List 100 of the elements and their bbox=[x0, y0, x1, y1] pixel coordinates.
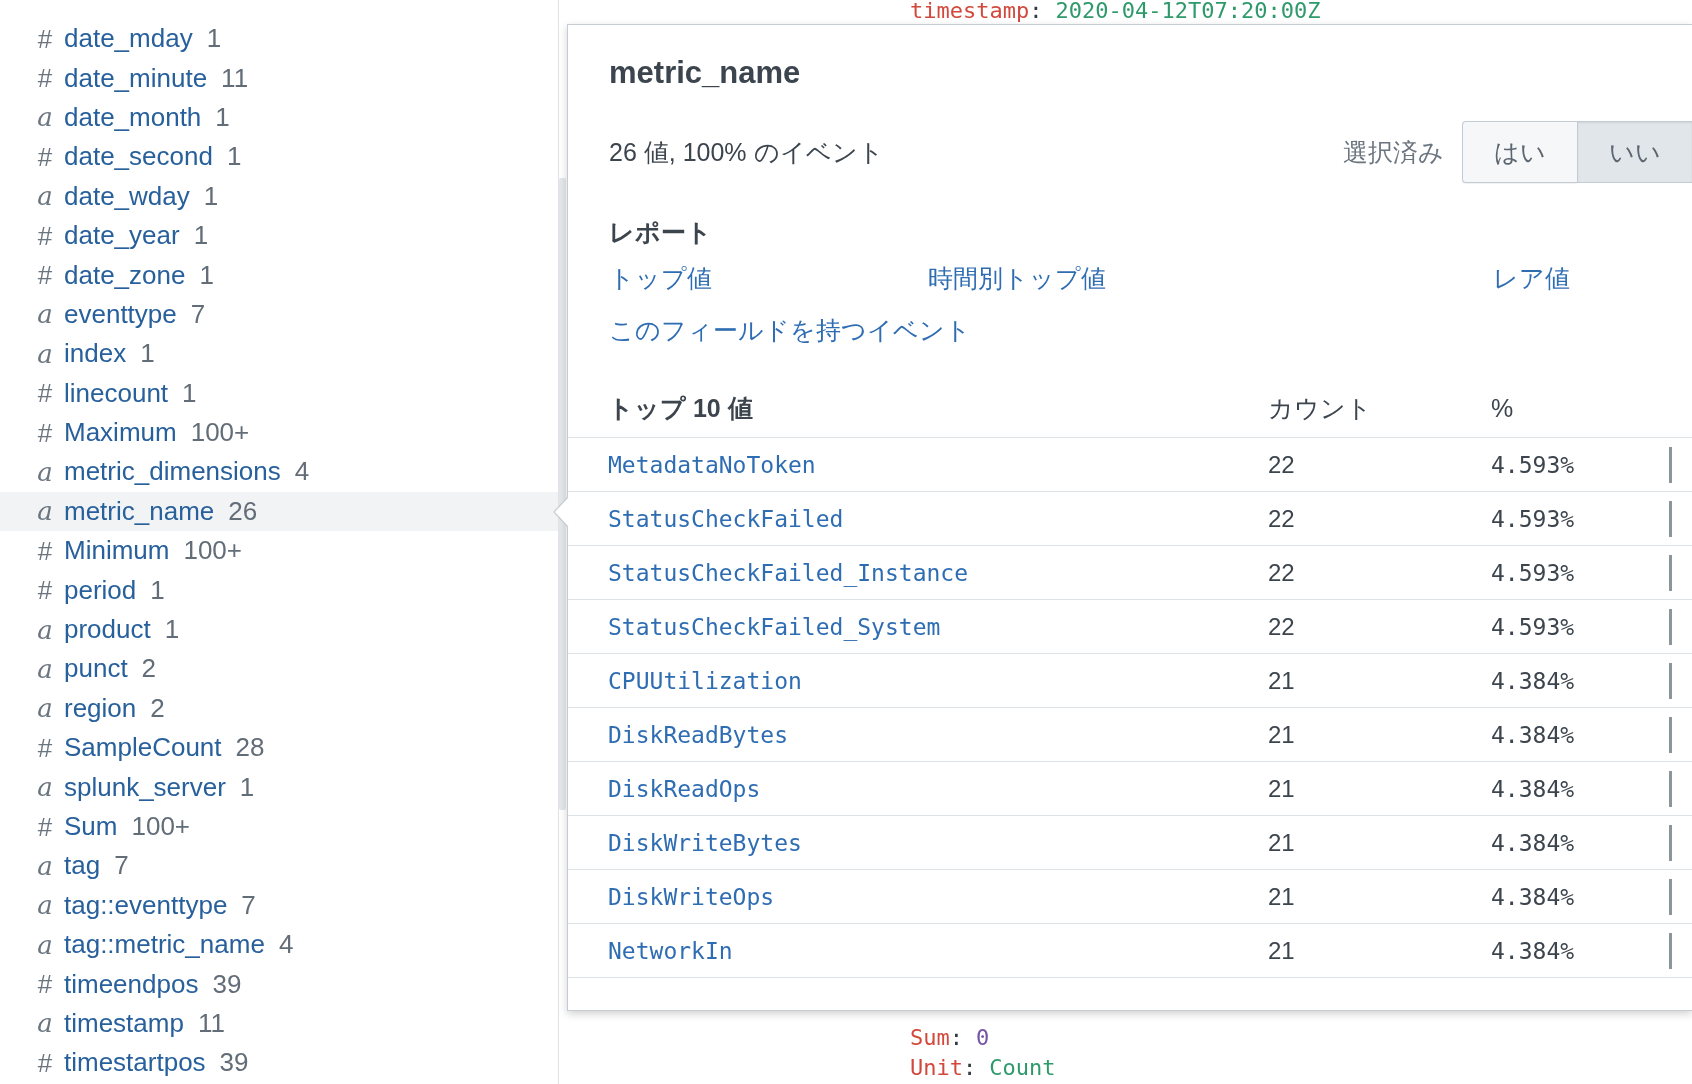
report-link[interactable]: 時間別トップ値 bbox=[928, 263, 1106, 293]
percent-cell: 4.384% bbox=[1491, 667, 1575, 694]
bar-icon bbox=[1669, 662, 1672, 699]
percent-cell: 4.384% bbox=[1491, 721, 1575, 748]
field-type-icon: # bbox=[36, 1049, 54, 1076]
field-type-icon: a bbox=[36, 695, 54, 722]
column-header: % bbox=[1491, 394, 1514, 423]
field-type-icon: a bbox=[36, 852, 54, 879]
bar-icon bbox=[1669, 716, 1672, 753]
count-cell: 22 bbox=[1268, 612, 1295, 641]
value-link[interactable]: StatusCheckFailed_Instance bbox=[608, 559, 969, 586]
event-field-text: Unit: Count bbox=[910, 1054, 1056, 1082]
field-list-item[interactable]: # SampleCount 28 bbox=[0, 728, 558, 768]
field-type-icon: a bbox=[36, 183, 54, 210]
field-type-icon: a bbox=[36, 104, 54, 131]
field-list-item[interactable]: # linecount 1 bbox=[0, 373, 558, 413]
field-list-item[interactable]: a product 1 bbox=[0, 609, 558, 650]
field-type-icon: # bbox=[36, 971, 54, 998]
field-list-item[interactable]: # date_zone 1 bbox=[0, 255, 558, 295]
value-link[interactable]: StatusCheckFailed_System bbox=[608, 613, 941, 640]
field-type-icon: a bbox=[36, 655, 54, 682]
field-list-item[interactable]: a splunk_server 1 bbox=[0, 767, 558, 807]
field-type-icon: # bbox=[36, 734, 54, 761]
option-button[interactable]: いい bbox=[1577, 121, 1692, 183]
percent-cell: 4.593% bbox=[1491, 451, 1575, 478]
field-type-icon: a bbox=[36, 1010, 54, 1037]
field-list-item[interactable]: a tag 7 bbox=[0, 846, 558, 886]
count-cell: 22 bbox=[1268, 558, 1295, 587]
field-list-item[interactable]: a punct 2 bbox=[0, 649, 558, 689]
bar-icon bbox=[1669, 770, 1672, 807]
event-field-text: Sum: 0 bbox=[910, 1024, 990, 1052]
value-link[interactable]: MetadataNoToken bbox=[608, 451, 816, 478]
count-cell: 22 bbox=[1268, 450, 1295, 479]
field-type-icon: a bbox=[36, 459, 54, 485]
value-link[interactable]: StatusCheckFailed bbox=[608, 505, 844, 532]
field-list-item[interactable]: # date_second 1 bbox=[0, 137, 558, 177]
field-type-icon: # bbox=[36, 65, 54, 92]
count-cell: 21 bbox=[1268, 774, 1295, 803]
field-list-item[interactable]: a eventtype 7 bbox=[0, 294, 558, 335]
option-button[interactable]: はい bbox=[1462, 121, 1577, 183]
bar-icon bbox=[1669, 878, 1672, 915]
bar-icon bbox=[1669, 446, 1672, 483]
field-list-item[interactable]: # Maximum 100+ bbox=[0, 412, 558, 453]
field-type-icon: a bbox=[36, 616, 54, 643]
count-cell: 21 bbox=[1268, 720, 1295, 749]
field-type-icon: # bbox=[36, 143, 54, 170]
bar-icon bbox=[1669, 500, 1672, 537]
value-link[interactable]: CPUUtilization bbox=[608, 667, 802, 694]
percent-cell: 4.593% bbox=[1491, 613, 1575, 640]
report-link[interactable]: このフィールドを持つイベント bbox=[609, 315, 971, 345]
field-list-item[interactable]: # date_minute 11 bbox=[0, 58, 558, 98]
field-list-item[interactable]: a index 1 bbox=[0, 334, 558, 374]
field-list-item[interactable]: # period 1 bbox=[0, 570, 558, 610]
count-cell: 21 bbox=[1268, 828, 1295, 857]
field-list-item[interactable]: # date_mday 1 bbox=[0, 19, 558, 59]
field-list-item[interactable]: a tag::metric_name 4 bbox=[0, 925, 558, 965]
field-type-icon: # bbox=[36, 222, 54, 249]
field-type-icon: a bbox=[36, 774, 54, 801]
selected-label: 選択済み bbox=[1343, 136, 1444, 168]
field-list-item[interactable]: a tag::eventtype 7 bbox=[0, 885, 558, 925]
field-type-icon: a bbox=[36, 301, 54, 328]
count-cell: 22 bbox=[1268, 504, 1295, 533]
field-type-icon: # bbox=[36, 419, 54, 446]
field-list-item[interactable]: a timestamp 11 bbox=[0, 1003, 558, 1044]
value-link[interactable]: DiskWriteOps bbox=[608, 883, 775, 910]
field-type-icon: # bbox=[36, 577, 54, 604]
field-type-icon: a bbox=[36, 931, 54, 958]
value-link[interactable]: DiskWriteBytes bbox=[608, 829, 802, 856]
bar-icon bbox=[1669, 824, 1672, 861]
value-link[interactable]: NetworkIn bbox=[608, 937, 733, 964]
field-type-icon: # bbox=[36, 813, 54, 840]
column-header: カウント bbox=[1268, 393, 1372, 424]
field-list-item[interactable]: # timeendpos 39 bbox=[0, 964, 558, 1004]
field-list-item[interactable]: # Sum 100+ bbox=[0, 806, 558, 847]
field-type-icon: # bbox=[36, 25, 54, 52]
field-list-item[interactable]: a region 2 bbox=[0, 688, 558, 729]
field-list-item[interactable]: a date_month 1 bbox=[0, 97, 558, 138]
report-link[interactable]: レア値 bbox=[1493, 263, 1570, 293]
field-list-item[interactable]: # Minimum 100+ bbox=[0, 531, 558, 571]
field-type-icon: # bbox=[36, 380, 54, 407]
field-list-item[interactable]: a metric_dimensions 4 bbox=[0, 452, 558, 492]
field-summary-text: 26 値, 100% のイベント bbox=[609, 137, 884, 167]
percent-cell: 4.593% bbox=[1491, 559, 1575, 586]
field-list-item[interactable]: # date_year 1 bbox=[0, 215, 558, 256]
column-header: トップ 10 値 bbox=[608, 393, 753, 424]
field-type-icon: a bbox=[36, 892, 54, 919]
field-type-icon: a bbox=[36, 498, 54, 525]
field-type-icon: # bbox=[36, 537, 54, 564]
count-cell: 21 bbox=[1268, 936, 1295, 965]
field-list-item[interactable]: a metric_name 26 bbox=[0, 491, 558, 532]
count-cell: 21 bbox=[1268, 666, 1295, 695]
value-link[interactable]: DiskReadBytes bbox=[608, 721, 788, 748]
scrollbar-thumb[interactable] bbox=[559, 178, 566, 810]
percent-cell: 4.384% bbox=[1491, 937, 1575, 964]
bar-icon bbox=[1669, 608, 1672, 645]
report-link[interactable]: トップ値 bbox=[609, 263, 712, 293]
field-list-item[interactable]: a date_wday 1 bbox=[0, 176, 558, 216]
percent-cell: 4.384% bbox=[1491, 883, 1575, 910]
field-list-item[interactable]: # timestartpos 39 bbox=[0, 1043, 558, 1083]
value-link[interactable]: DiskReadOps bbox=[608, 775, 761, 802]
